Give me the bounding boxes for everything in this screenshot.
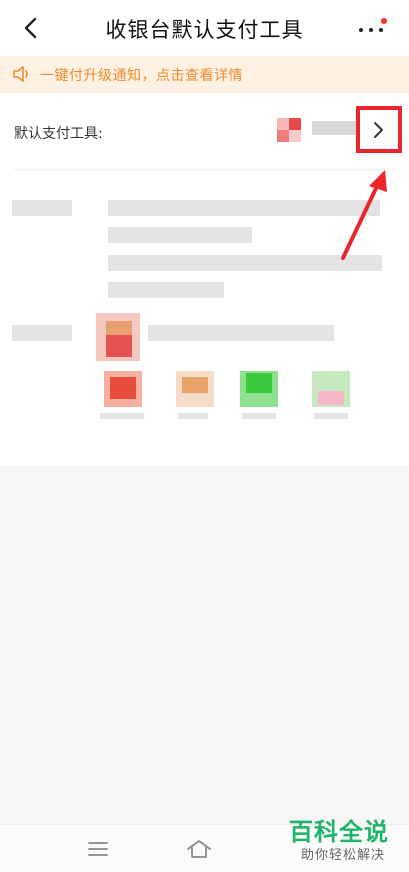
watermark-subtitle: 助你轻松解决 xyxy=(300,848,385,863)
menu-icon[interactable] xyxy=(86,839,110,859)
page-title: 收银台默认支付工具 xyxy=(105,18,304,42)
blurred-text-line xyxy=(148,325,334,341)
select-tool-button[interactable] xyxy=(356,106,402,153)
payment-tool-name-blurred xyxy=(312,121,356,135)
watermark-logo: 百科全说 助你轻松解决 xyxy=(285,812,397,863)
notice-text: 一键付升级通知，点击查看详情 xyxy=(40,68,243,84)
upgrade-notice-bar[interactable]: 一键付升级通知，点击查看详情 xyxy=(0,56,409,93)
blurred-text-line xyxy=(108,282,224,298)
annotation-arrow xyxy=(341,170,387,260)
more-dots-icon[interactable] xyxy=(357,18,387,38)
home-icon[interactable] xyxy=(185,837,213,861)
blurred-text-line xyxy=(108,227,252,243)
blurred-label xyxy=(12,200,72,216)
payment-tool-icon xyxy=(277,118,301,142)
notification-badge xyxy=(381,18,387,24)
watermark-title: 百科全说 xyxy=(289,818,389,846)
blurred-label xyxy=(12,325,72,341)
speaker-icon xyxy=(13,66,28,82)
settings-panel: 默认支付工具: xyxy=(0,93,409,466)
page-background xyxy=(0,466,409,824)
default-tool-label: 默认支付工具: xyxy=(14,126,103,142)
chevron-right-icon xyxy=(374,122,383,138)
top-bar: 收银台默认支付工具 xyxy=(0,0,409,56)
